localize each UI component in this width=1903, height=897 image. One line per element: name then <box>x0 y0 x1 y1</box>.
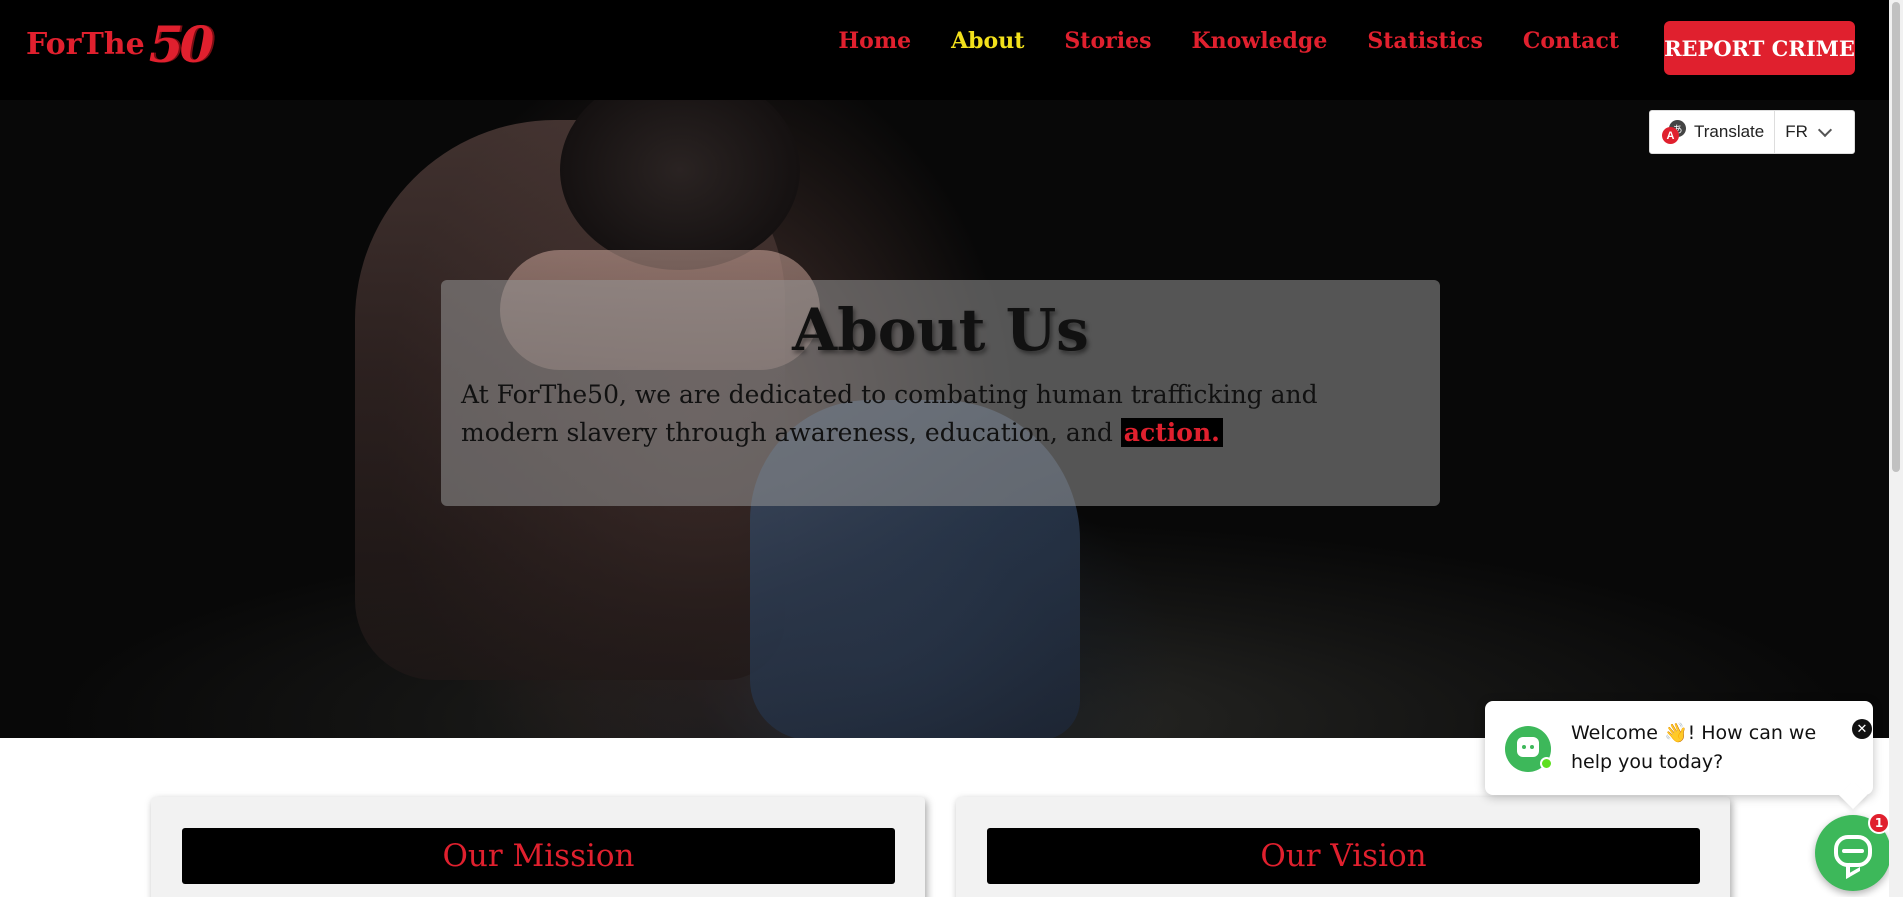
report-crime-button[interactable]: REPORT CRIME <box>1664 21 1855 75</box>
nav-home[interactable]: Home <box>838 28 911 54</box>
nav-statistics[interactable]: Statistics <box>1367 28 1483 54</box>
main-nav: Home About Stories Knowledge Statistics … <box>838 28 1619 54</box>
nav-stories[interactable]: Stories <box>1064 28 1151 54</box>
close-icon[interactable]: ✕ <box>1852 719 1872 739</box>
top-navbar: ForThe 50 Home About Stories Knowledge S… <box>0 0 1889 100</box>
page-scrollbar[interactable] <box>1889 0 1903 897</box>
page-title: About Us <box>792 296 1089 364</box>
online-status-dot <box>1540 757 1553 770</box>
scrollbar-thumb[interactable] <box>1892 2 1900 472</box>
chat-notification-badge: 1 <box>1868 812 1890 834</box>
translate-label: Translate <box>1694 122 1765 141</box>
chevron-down-icon <box>1817 122 1832 137</box>
logo-number: 50 <box>148 15 215 74</box>
translate-widget: あ A Translate FR <box>1649 110 1855 154</box>
translate-icon: あ A <box>1662 120 1686 144</box>
bot-avatar-icon <box>1505 726 1553 772</box>
translate-button[interactable]: あ A Translate <box>1650 111 1776 153</box>
language-value: FR <box>1785 122 1808 141</box>
mission-card-title: Our Mission <box>182 828 895 884</box>
mission-card: Our Mission <box>151 797 925 897</box>
chat-welcome-message: Welcome 👋! How can we help you today? <box>1571 722 1817 773</box>
chat-welcome-popup[interactable]: Welcome 👋! How can we help you today? <box>1485 701 1873 795</box>
vision-card: Our Vision <box>956 797 1730 897</box>
logo-text: ForThe <box>26 27 145 62</box>
language-select[interactable]: FR <box>1775 122 1832 142</box>
about-description: At ForThe50, we are dedicated to combati… <box>461 376 1420 452</box>
hero-section: About Us At ForThe50, we are dedicated t… <box>0 100 1889 738</box>
site-logo[interactable]: ForThe 50 <box>26 15 215 74</box>
nav-about[interactable]: About <box>951 28 1024 54</box>
vision-card-title: Our Vision <box>987 828 1700 884</box>
about-text-highlight: action. <box>1120 418 1223 447</box>
nav-knowledge[interactable]: Knowledge <box>1191 28 1327 54</box>
nav-contact[interactable]: Contact <box>1523 28 1619 54</box>
about-panel: About Us At ForThe50, we are dedicated t… <box>441 280 1440 506</box>
